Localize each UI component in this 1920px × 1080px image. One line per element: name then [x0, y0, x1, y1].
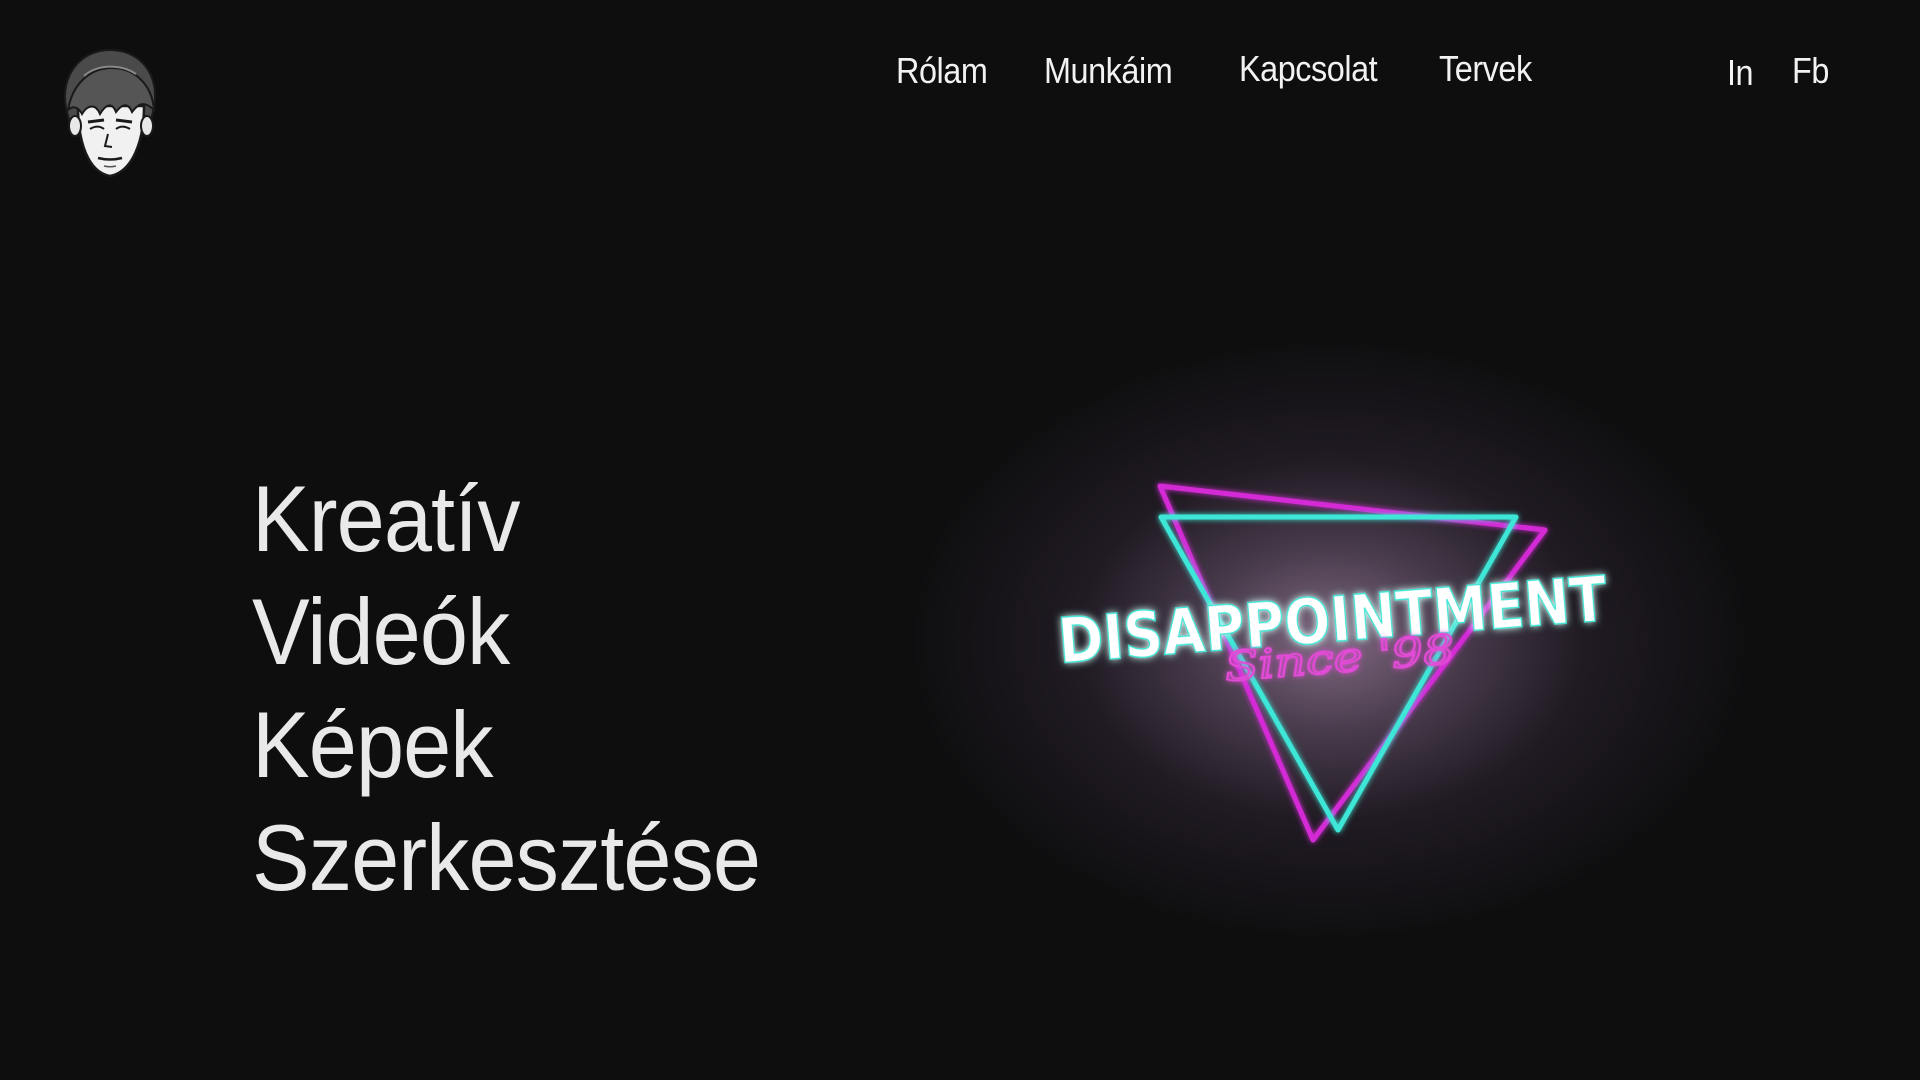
headline-line-1: Kreatív — [252, 466, 520, 571]
nav-link-kapcsolat[interactable]: Kapcsolat — [1239, 48, 1378, 90]
nav-link-rolam[interactable]: Rólam — [896, 50, 988, 92]
social-link-facebook[interactable]: Fb — [1792, 50, 1829, 92]
page: Rólam Munkáim Kapcsolat Tervek In Fb Kre… — [0, 0, 1920, 1080]
neon-logo-artwork: DISAPPOINTMENT Since '98 — [870, 240, 1810, 1080]
headline-line-4: Szerkesztése — [252, 805, 761, 910]
main-nav: Rólam Munkáim Kapcsolat Tervek In Fb — [0, 44, 1920, 104]
social-link-linkedin[interactable]: In — [1727, 52, 1754, 94]
nav-link-munkaim[interactable]: Munkáim — [1044, 50, 1173, 92]
headline-line-2: Videók — [252, 579, 510, 684]
headline-line-3: Képek — [252, 692, 494, 797]
nav-link-tervek[interactable]: Tervek — [1439, 48, 1532, 90]
hero-headline: Kreatív Videók Képek Szerkesztése — [252, 462, 804, 914]
neon-triangle-logo: DISAPPOINTMENT Since '98 — [1055, 483, 1610, 843]
